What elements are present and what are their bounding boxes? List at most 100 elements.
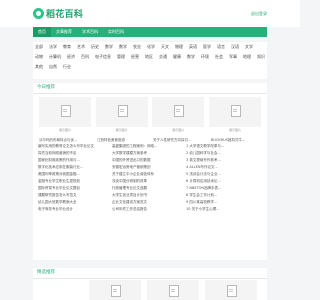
category-link[interactable]: 艺术 bbox=[77, 44, 85, 50]
nav-item-realtime[interactable]: 实时百科 bbox=[103, 27, 129, 37]
ranking-item[interactable]: 5 浅谈会计法与企业... bbox=[186, 171, 260, 178]
list-row: 编写实用的教育论文怎么写毕业论文 高盛集团的工程案例：网络... 1 大学语文教学改… bbox=[38, 143, 262, 150]
ranking-item[interactable]: 2 幼儿园科学与社会... bbox=[186, 150, 260, 157]
thumb-card[interactable]: 展示图片 bbox=[39, 97, 91, 137]
list-row: 幼儿园大班数学教案大全 企业文化建设方案范文 9 四川某高校教学... bbox=[38, 199, 262, 206]
category-link[interactable]: 经营 bbox=[131, 54, 139, 60]
thumb-image bbox=[208, 97, 261, 127]
ranking-item[interactable]: 10 关于小学生心理... bbox=[186, 206, 260, 213]
category-link[interactable]: 电子信息 bbox=[95, 54, 111, 60]
category-link[interactable]: 社会 bbox=[215, 54, 223, 60]
logout-link[interactable]: 退出登录 bbox=[251, 11, 267, 17]
ranking-item[interactable]: 3 英文提纲写作参考... bbox=[186, 157, 260, 164]
article-link[interactable]: 浅谈中国分税制的改革 bbox=[112, 178, 186, 185]
ranking-item[interactable]: 8 学生会工作计划... bbox=[186, 192, 260, 199]
category-link[interactable]: 知识 bbox=[257, 54, 265, 60]
category-link[interactable]: 数学 bbox=[187, 54, 195, 60]
thumb-card[interactable]: 展示图片 bbox=[208, 97, 261, 137]
ranking-item[interactable]: 9 四川某高校教学... bbox=[186, 199, 260, 206]
category-link[interactable]: 法学 bbox=[49, 44, 57, 50]
document-icon bbox=[117, 105, 128, 117]
nav-item-academic[interactable]: 学术百科 bbox=[77, 27, 103, 37]
document-icon bbox=[169, 285, 179, 297]
list-row: 美国利率政策对我国金融... 关于建立中小企业诚信体系 5 浅谈会计法与企业... bbox=[38, 171, 262, 178]
featured-thumb[interactable] bbox=[205, 280, 257, 300]
nav-item-home[interactable]: 首页 bbox=[33, 27, 51, 37]
list-row: 探究当前网络营销的不足 大学数学建模方案参考 2 幼儿园科学与社会... bbox=[38, 150, 262, 157]
category-link[interactable]: 百科 bbox=[81, 54, 89, 60]
article-list: 编写实用的教育论文怎么写毕业论文 高盛集团的工程案例：网络... 1 大学语文教学改… bbox=[38, 143, 262, 253]
article-link[interactable]: 公司年终工作总结报告 bbox=[112, 206, 186, 213]
document-icon bbox=[111, 285, 121, 297]
category-link[interactable]: 语言 bbox=[217, 44, 225, 50]
featured-thumb[interactable] bbox=[89, 280, 141, 300]
category-link[interactable]: 物理 bbox=[175, 44, 183, 50]
category-link[interactable]: 数学 bbox=[119, 44, 127, 50]
category-link[interactable]: 历史 bbox=[91, 44, 99, 50]
article-link[interactable]: 行政管理专业论文选题 bbox=[112, 185, 186, 192]
article-link[interactable]: 安徽宏远房地产营销策划 bbox=[112, 164, 186, 171]
thumb-card[interactable]: 展示图片 bbox=[152, 97, 205, 137]
article-link[interactable]: 国家化财政政策的作用与... bbox=[38, 157, 112, 164]
article-link[interactable]: 大学生创业项目计划书 bbox=[112, 192, 186, 199]
ranking-item[interactable]: 7 NBSTON品牌手表... bbox=[186, 185, 260, 192]
article-link[interactable]: 探究当前网络营销的不足 bbox=[38, 150, 112, 157]
category-row: 全部 法学 教育 艺术 历史 数学 数学 农业 化学 天文 物理 英语 医学 语言 汉语 文学 bbox=[33, 42, 267, 52]
ranking-item[interactable]: 1 大学语文教学改革与... bbox=[186, 143, 260, 150]
category-link[interactable]: 军事 bbox=[229, 54, 237, 60]
category-link[interactable]: 医学 bbox=[203, 44, 211, 50]
thumb-image bbox=[95, 97, 148, 127]
featured-thumbs bbox=[33, 280, 267, 300]
article-link[interactable]: 数字化技术应用在服装行业... bbox=[38, 164, 112, 171]
category-link[interactable]: 化学 bbox=[147, 44, 155, 50]
article-link[interactable]: 金融专业学生职业生涯规划 bbox=[38, 178, 112, 185]
site-logo[interactable]: 稻花百科 bbox=[33, 7, 83, 20]
article-link[interactable]: 电子商务专业毕业设计 bbox=[38, 206, 112, 213]
article-link[interactable]: 编写实用的教育论文怎么写毕业论文 bbox=[38, 143, 112, 150]
category-link[interactable]: 地区 bbox=[145, 54, 153, 60]
ranking-item[interactable]: 4 ALLEN写作论文... bbox=[186, 164, 260, 171]
featured-title: 精选推荐 bbox=[33, 268, 267, 279]
category-link[interactable]: 交通 bbox=[159, 54, 167, 60]
category-link[interactable]: 动物 bbox=[35, 54, 43, 60]
article-link[interactable]: 高盛集团的工程案例：网络... bbox=[112, 143, 186, 150]
category-link[interactable]: 汉语 bbox=[231, 44, 239, 50]
featured-thumb[interactable] bbox=[147, 280, 199, 300]
article-link[interactable]: 大学数学建模方案参考 bbox=[112, 150, 186, 157]
category-link[interactable]: 英语 bbox=[189, 44, 197, 50]
category-link[interactable]: 计算机 bbox=[49, 54, 61, 60]
list-row: 国际贸易专业毕业论文题目 行政管理专业论文选题 7 NBSTON品牌手表... bbox=[38, 185, 262, 192]
list-row: 电子商务专业毕业设计 公司年终工作总结报告 10 关于小学生心理... bbox=[38, 206, 262, 213]
category-link[interactable]: 地理 bbox=[243, 54, 251, 60]
list-row: 数字化技术应用在服装行业... 安徽宏远房地产营销策划 4 ALLEN写作论文... bbox=[38, 164, 262, 171]
article-link[interactable]: 企业文化建设方案范文 bbox=[112, 199, 186, 206]
article-link[interactable]: 关于建立中小企业诚信体系 bbox=[112, 171, 186, 178]
thumb-label: 展示图片 bbox=[228, 128, 241, 132]
thumb-image bbox=[39, 97, 91, 127]
category-link[interactable]: 农业 bbox=[133, 44, 141, 50]
category-link[interactable]: 行业 bbox=[63, 64, 71, 70]
article-link[interactable]: 美国利率政策对我国金融... bbox=[38, 171, 112, 178]
list-row: 金融专业学生职业生涯规划 浅谈中国分税制的改革 6 计算机应用技术论... bbox=[38, 178, 262, 185]
thumb-label: 展示图片 bbox=[58, 128, 71, 132]
category-link[interactable]: 环境 bbox=[201, 54, 209, 60]
category-link[interactable]: 数学 bbox=[105, 44, 113, 50]
category-link[interactable]: 天文 bbox=[161, 44, 169, 50]
category-link[interactable]: 健康 bbox=[173, 54, 181, 60]
category-link[interactable]: 文学 bbox=[245, 44, 253, 50]
category-link[interactable]: 自然 bbox=[49, 64, 57, 70]
article-link[interactable]: 国际贸易专业毕业论文题目 bbox=[38, 185, 112, 192]
category-row: 其他 自然 行业 bbox=[33, 62, 267, 72]
article-link[interactable]: 中国的外贸进出口的数据 bbox=[112, 157, 186, 164]
thumb-card[interactable]: 展示图片 bbox=[95, 97, 148, 137]
article-link[interactable]: 课题研究报告怎么写范文 bbox=[38, 192, 112, 199]
category-link[interactable]: 教育 bbox=[63, 44, 71, 50]
category-link[interactable]: 全部 bbox=[35, 44, 43, 50]
category-link[interactable]: 经济 bbox=[67, 54, 75, 60]
category-link[interactable]: 管理 bbox=[117, 54, 125, 60]
site-name: 稻花百科 bbox=[46, 10, 84, 20]
category-link[interactable]: 其他 bbox=[35, 64, 43, 70]
article-link[interactable]: 幼儿园大班数学教案大全 bbox=[38, 199, 112, 206]
nav-item-recommend[interactable]: 文章推荐 bbox=[51, 27, 77, 37]
ranking-item[interactable]: 6 计算机应用技术论... bbox=[186, 178, 260, 185]
